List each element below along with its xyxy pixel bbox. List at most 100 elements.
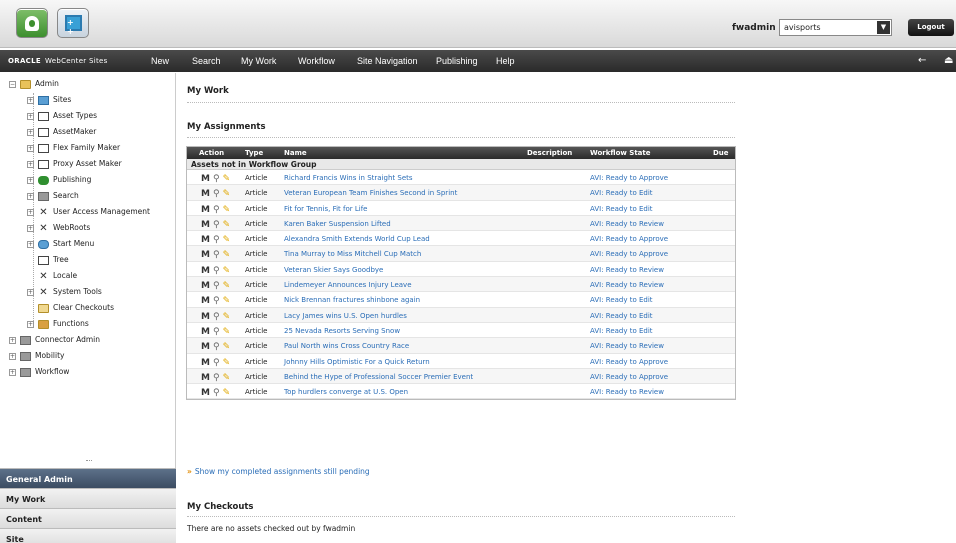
row-name-link[interactable]: Alexandra Smith Extends World Cup Lead [284, 235, 430, 243]
accordion-my-work[interactable]: My Work [0, 488, 176, 508]
edit-pencil-icon[interactable]: ✎ [223, 220, 231, 230]
admin-app-button[interactable] [57, 8, 89, 38]
row-name-link[interactable]: Veteran European Team Finishes Second in… [284, 189, 457, 197]
tree-item-publishing[interactable]: + Publishing [27, 175, 91, 189]
row-name-link[interactable]: 25 Nevada Resorts Serving Snow [284, 327, 400, 335]
tree-item-admin[interactable]: − Admin [9, 79, 59, 93]
row-workflow-state-link[interactable]: AVI: Ready to Approve [590, 174, 668, 182]
row-name-link[interactable]: Veteran Skier Says Goodbye [284, 266, 383, 274]
inspect-icon[interactable]: M [201, 327, 210, 337]
expand-toggle[interactable]: + [9, 368, 16, 376]
row-workflow-state-link[interactable]: AVI: Ready to Review [590, 266, 664, 274]
edit-pencil-icon[interactable]: ✎ [223, 174, 231, 184]
collapse-toggle[interactable]: − [9, 80, 16, 88]
tree-item-connector-admin[interactable]: + Connector Admin [9, 335, 100, 349]
edit-pencil-icon[interactable]: ✎ [223, 388, 231, 398]
search-icon[interactable]: ⚲ [213, 266, 220, 276]
expand-toggle[interactable]: + [27, 192, 34, 200]
row-workflow-state-link[interactable]: AVI: Ready to Review [590, 342, 664, 350]
col-due[interactable]: Due [713, 149, 729, 157]
inspect-icon[interactable]: M [201, 205, 210, 215]
nav-new[interactable]: New [151, 56, 169, 66]
tree-item-assetmaker[interactable]: + AssetMaker [27, 127, 96, 141]
tree-item-start-menu[interactable]: + Start Menu [27, 239, 94, 253]
search-icon[interactable]: ⚲ [213, 281, 220, 291]
row-workflow-state-link[interactable]: AVI: Ready to Approve [590, 358, 668, 366]
edit-pencil-icon[interactable]: ✎ [223, 373, 231, 383]
tree-item-user-access-management[interactable]: + ✕ User Access Management [27, 207, 150, 221]
accordion-site[interactable]: Site [0, 528, 176, 543]
splitter-handle[interactable] [86, 460, 92, 463]
tree-item-locale[interactable]: ✕ Locale [38, 271, 77, 285]
row-name-link[interactable]: Nick Brennan fractures shinbone again [284, 296, 420, 304]
edit-pencil-icon[interactable]: ✎ [223, 235, 231, 245]
row-workflow-state-link[interactable]: AVI: Ready to Approve [590, 373, 668, 381]
expand-toggle[interactable]: + [27, 208, 34, 216]
edit-pencil-icon[interactable]: ✎ [223, 281, 231, 291]
inspect-icon[interactable]: M [201, 189, 210, 199]
col-workflow-state[interactable]: Workflow State [590, 149, 651, 157]
nav-publishing[interactable]: Publishing [436, 56, 478, 66]
row-name-link[interactable]: Lacy James wins U.S. Open hurdles [284, 312, 407, 320]
edit-pencil-icon[interactable]: ✎ [223, 250, 231, 260]
search-icon[interactable]: ⚲ [213, 373, 220, 383]
tree-item-functions[interactable]: + Functions [27, 319, 89, 333]
contributor-app-button[interactable] [16, 8, 48, 38]
inspect-icon[interactable]: M [201, 235, 210, 245]
row-name-link[interactable]: Fit for Tennis, Fit for Life [284, 205, 368, 213]
edit-pencil-icon[interactable]: ✎ [223, 342, 231, 352]
eject-icon[interactable]: ⏏ [944, 55, 953, 66]
nav-workflow[interactable]: Workflow [298, 56, 335, 66]
expand-toggle[interactable]: + [27, 112, 34, 120]
row-name-link[interactable]: Richard Francis Wins in Straight Sets [284, 174, 413, 182]
row-name-link[interactable]: Karen Baker Suspension Lifted [284, 220, 391, 228]
tree-item-asset-types[interactable]: + Asset Types [27, 111, 97, 125]
tree-item-proxy-asset-maker[interactable]: + Proxy Asset Maker [27, 159, 122, 173]
row-workflow-state-link[interactable]: AVI: Ready to Edit [590, 205, 653, 213]
edit-pencil-icon[interactable]: ✎ [223, 189, 231, 199]
inspect-icon[interactable]: M [201, 358, 210, 368]
inspect-icon[interactable]: M [201, 220, 210, 230]
tree-item-tree[interactable]: Tree [38, 255, 69, 269]
row-workflow-state-link[interactable]: AVI: Ready to Edit [590, 312, 653, 320]
expand-toggle[interactable]: + [27, 224, 34, 232]
expand-toggle[interactable]: + [27, 128, 34, 136]
row-workflow-state-link[interactable]: AVI: Ready to Edit [590, 327, 653, 335]
search-icon[interactable]: ⚲ [213, 312, 220, 322]
tree-item-flex-family-maker[interactable]: + Flex Family Maker [27, 143, 120, 157]
edit-pencil-icon[interactable]: ✎ [223, 358, 231, 368]
row-name-link[interactable]: Tina Murray to Miss Mitchell Cup Match [284, 250, 421, 258]
edit-pencil-icon[interactable]: ✎ [223, 327, 231, 337]
tree-item-webroots[interactable]: + ✕ WebRoots [27, 223, 90, 237]
tree-item-search[interactable]: + Search [27, 191, 79, 205]
inspect-icon[interactable]: M [201, 312, 210, 322]
search-icon[interactable]: ⚲ [213, 388, 220, 398]
row-name-link[interactable]: Top hurdlers converge at U.S. Open [284, 388, 408, 396]
show-completed-link[interactable]: » Show my completed assignments still pen… [187, 467, 370, 476]
chevron-down-icon[interactable]: ▼ [877, 21, 890, 34]
search-icon[interactable]: ⚲ [213, 358, 220, 368]
inspect-icon[interactable]: M [201, 281, 210, 291]
nav-my-work[interactable]: My Work [241, 56, 276, 66]
search-icon[interactable]: ⚲ [213, 220, 220, 230]
inspect-icon[interactable]: M [201, 342, 210, 352]
expand-toggle[interactable]: + [27, 288, 34, 296]
site-select[interactable]: avisports ▼ [779, 19, 892, 36]
row-workflow-state-link[interactable]: AVI: Ready to Review [590, 220, 664, 228]
search-icon[interactable]: ⚲ [213, 342, 220, 352]
row-workflow-state-link[interactable]: AVI: Ready to Edit [590, 296, 653, 304]
expand-toggle[interactable]: + [9, 336, 16, 344]
edit-pencil-icon[interactable]: ✎ [223, 312, 231, 322]
search-icon[interactable]: ⚲ [213, 235, 220, 245]
expand-toggle[interactable]: + [27, 240, 34, 248]
edit-pencil-icon[interactable]: ✎ [223, 205, 231, 215]
expand-toggle[interactable]: + [9, 352, 16, 360]
expand-toggle[interactable]: + [27, 160, 34, 168]
logout-button[interactable]: Logout [908, 19, 954, 36]
row-name-link[interactable]: Behind the Hype of Professional Soccer P… [284, 373, 473, 381]
search-icon[interactable]: ⚲ [213, 327, 220, 337]
edit-pencil-icon[interactable]: ✎ [223, 266, 231, 276]
edit-pencil-icon[interactable]: ✎ [223, 296, 231, 306]
tree-item-system-tools[interactable]: + ✕ System Tools [27, 287, 102, 301]
row-name-link[interactable]: Paul North wins Cross Country Race [284, 342, 409, 350]
